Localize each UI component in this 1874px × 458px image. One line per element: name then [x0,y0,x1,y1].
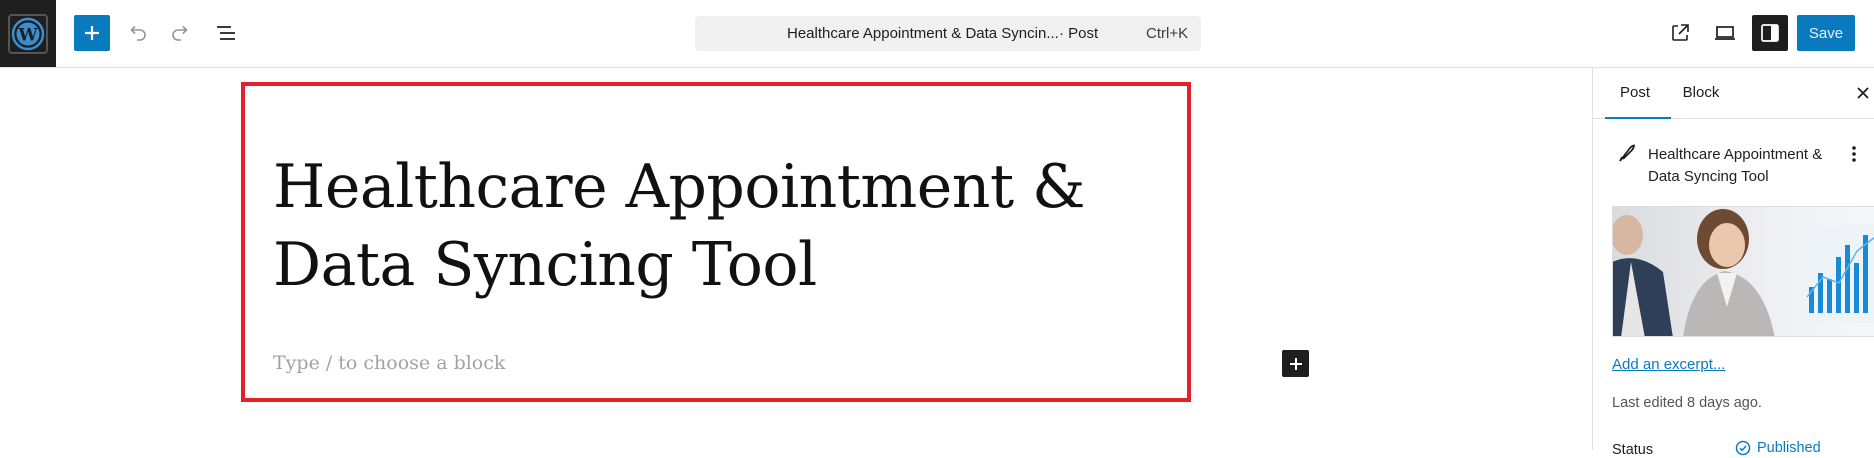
post-title-field[interactable]: Healthcare Appointment & Data Syncing To… [273,148,1153,304]
block-inserter-button[interactable] [74,15,110,51]
feather-pen-icon [1619,144,1635,162]
undo-button[interactable] [119,15,155,51]
status-value-text: Published [1757,440,1821,456]
more-vertical-icon [1852,146,1856,162]
keyboard-shortcut: Ctrl+K [1146,25,1189,42]
document-title: Healthcare Appointment & Data Syncin... [787,25,1059,42]
add-excerpt-link[interactable]: Add an excerpt... [1612,356,1725,373]
plus-icon [85,26,99,40]
featured-image-photo [1613,207,1874,336]
featured-image[interactable] [1612,206,1874,337]
preview-button[interactable] [1707,15,1743,51]
settings-toggle-button[interactable] [1752,15,1788,51]
wordpress-logo-button[interactable]: W [0,0,56,67]
published-check-icon [1735,440,1751,456]
close-sidebar-button[interactable] [1855,85,1871,101]
sidebar-post-title: Healthcare Appointment & Data Syncing To… [1648,146,1823,185]
add-block-button[interactable] [1282,350,1309,377]
status-value-button[interactable]: Published [1735,440,1821,456]
command-palette-bar[interactable]: Healthcare Appointment & Data Syncin... … [695,16,1201,51]
plus-icon [1289,357,1302,370]
svg-text:W: W [17,25,38,45]
external-link-icon [1672,24,1689,41]
settings-sidebar: Post Block Healthcare Appointment & Data… [1592,68,1874,458]
post-type-label: · Post [1059,25,1099,42]
status-label: Status [1612,442,1654,458]
sidebar-toggle-icon [1761,24,1779,42]
tab-block[interactable]: Block [1675,68,1727,118]
wordpress-logo-icon: W [8,13,48,54]
save-button[interactable]: Save [1797,15,1855,51]
redo-button[interactable] [163,15,199,51]
view-post-button[interactable] [1662,15,1698,51]
close-icon [1857,87,1869,99]
tab-post[interactable]: Post [1605,68,1671,119]
list-view-icon [217,26,235,40]
list-view-button[interactable] [208,15,244,51]
undo-icon [130,25,146,41]
desktop-preview-icon [1715,26,1735,40]
block-placeholder-paragraph[interactable]: Type / to choose a block [273,352,505,374]
post-actions-button[interactable] [1845,142,1863,166]
last-edited-text: Last edited 8 days ago. [1612,395,1762,411]
editor-header: W Healthcare Appointment & Data Syncin..… [0,0,1874,68]
redo-icon [172,25,188,41]
sidebar-tabs: Post Block [1593,68,1874,119]
